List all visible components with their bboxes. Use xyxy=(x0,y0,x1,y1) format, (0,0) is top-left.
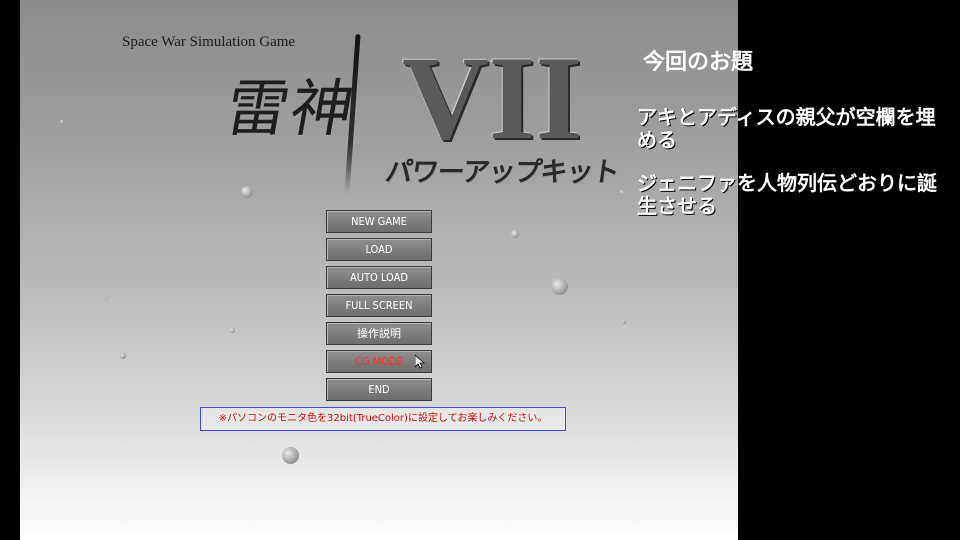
load-button[interactable]: LOAD xyxy=(326,238,432,261)
planet xyxy=(120,353,126,359)
color-settings-notice: ※パソコンのモニタ色を32bit(TrueColor)に設定してお楽しみください… xyxy=(200,407,566,431)
logo-kanji: 雷神 xyxy=(220,72,362,145)
game-screen: Space War Simulation Game 雷神 VII パワーアップキ… xyxy=(20,0,738,540)
overlay-topic-item: ジェニファを人物列伝どおりに誕生させる xyxy=(637,171,937,218)
planet xyxy=(622,320,626,324)
planet xyxy=(551,278,568,295)
star xyxy=(60,120,63,123)
new-game-button[interactable]: NEW GAME xyxy=(326,210,432,233)
end-button[interactable]: END xyxy=(326,378,432,401)
overlay-heading: 今回のお題 xyxy=(643,50,754,75)
logo-numeral: VII xyxy=(402,31,583,164)
auto-load-button[interactable]: AUTO LOAD xyxy=(326,266,432,289)
mouse-cursor-icon xyxy=(415,355,425,369)
planet xyxy=(241,186,253,198)
logo-powerup-kit: パワーアップキット xyxy=(383,157,621,188)
star xyxy=(620,190,623,193)
full-screen-button[interactable]: FULL SCREEN xyxy=(326,294,432,317)
planet xyxy=(282,447,299,464)
instructions-button[interactable]: 操作説明 xyxy=(326,322,432,345)
planet xyxy=(511,230,519,238)
planet xyxy=(230,328,235,333)
star xyxy=(110,300,112,302)
game-subtitle: Space War Simulation Game xyxy=(122,34,296,50)
overlay-topic-item: アキとアディスの親父が空欄を埋める xyxy=(637,105,936,152)
